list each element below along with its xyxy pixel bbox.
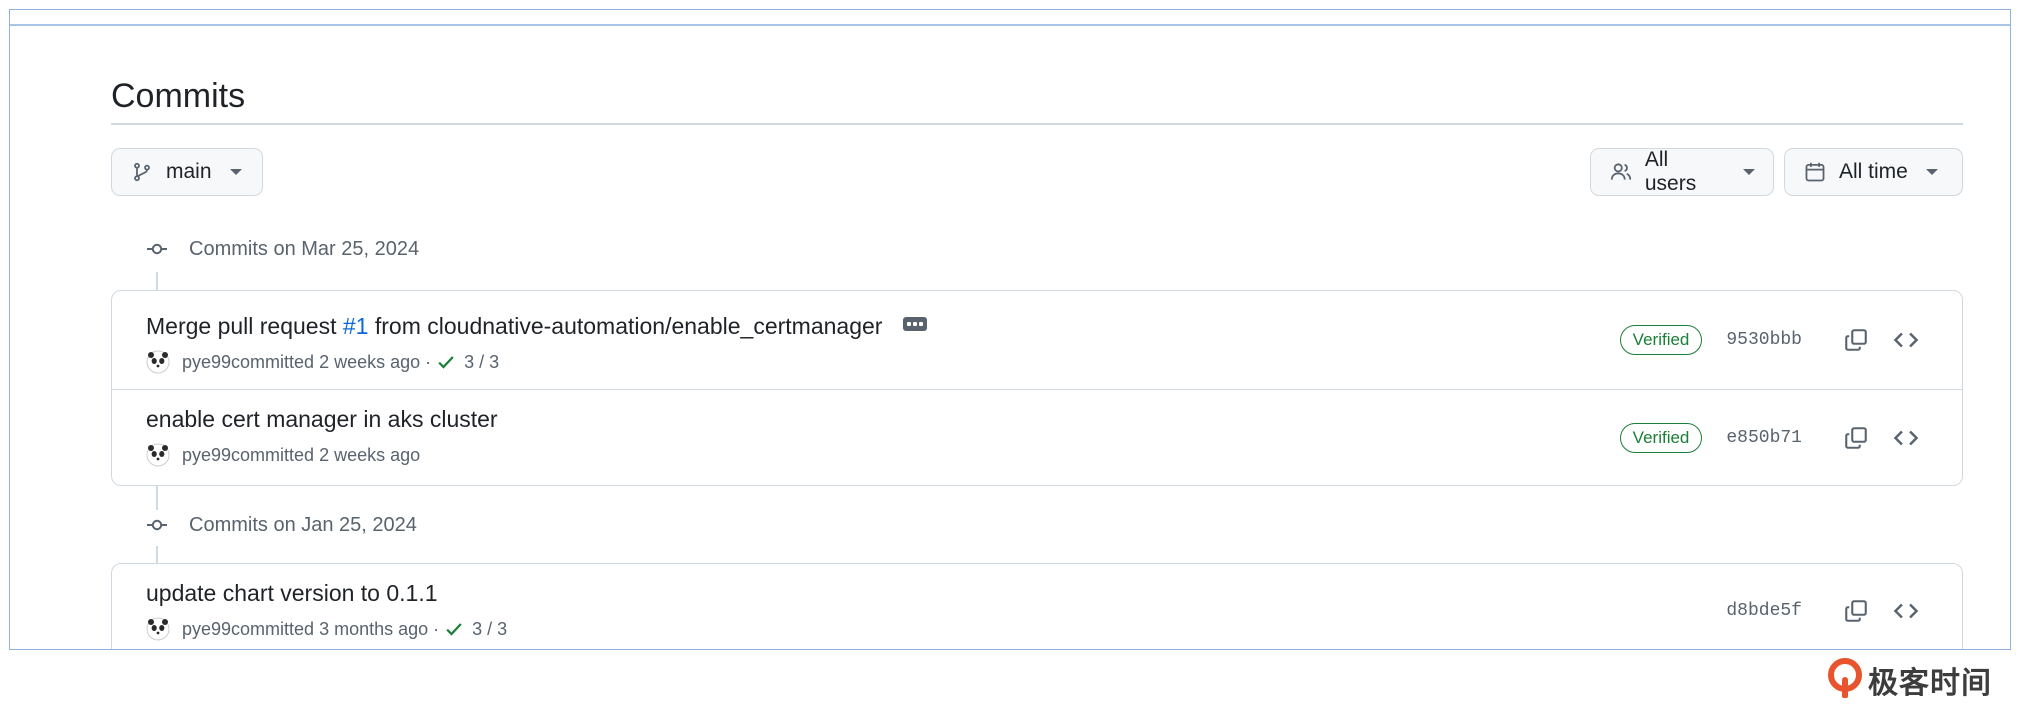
timeline-connector xyxy=(156,486,158,510)
commit-message[interactable]: update chart version to 0.1.1 xyxy=(146,578,438,608)
pull-request-link[interactable]: #1 xyxy=(343,313,369,339)
commit-meta: pye99 committed 3 months ago · 3 / 3 xyxy=(146,616,507,642)
commit-group-header: Commits on Mar 25, 2024 xyxy=(145,234,419,264)
verified-badge[interactable]: Verified xyxy=(1619,325,1703,355)
chevron-down-icon xyxy=(229,169,242,175)
page-title: Commits xyxy=(111,77,246,115)
timeline-connector xyxy=(156,272,158,290)
expand-description-icon[interactable] xyxy=(902,316,927,331)
page-frame: Commits main All users All time Commits … xyxy=(9,9,2011,650)
commit-actions: Verified e850b71 xyxy=(1619,390,1922,485)
commits-content: Commits main All users All time Commits … xyxy=(111,10,1963,649)
timeline-connector xyxy=(156,546,158,564)
commit-sha-link[interactable]: d8bde5f xyxy=(1726,601,1802,621)
commit-row: Merge pull request #1 from cloudnative-a… xyxy=(112,291,1962,390)
commit-sha-link[interactable]: e850b71 xyxy=(1726,428,1802,448)
time-filter-label: All time xyxy=(1839,160,1908,183)
git-branch-icon xyxy=(130,160,154,184)
copy-icon[interactable] xyxy=(1840,324,1872,356)
avatar[interactable] xyxy=(146,443,170,467)
watermark-logo: 极客时间 xyxy=(1828,657,1992,703)
checks-status[interactable]: 3 / 3 xyxy=(464,352,499,373)
commit-time-text: committed 2 weeks ago xyxy=(231,351,421,372)
title-divider xyxy=(111,123,1963,125)
checks-status[interactable]: 3 / 3 xyxy=(472,619,507,640)
check-icon xyxy=(436,352,456,372)
geektime-logo-icon xyxy=(1828,657,1862,703)
calendar-icon xyxy=(1803,160,1827,184)
commit-actions: d8bde5f xyxy=(1726,564,1922,649)
code-browse-icon[interactable] xyxy=(1890,324,1922,356)
separator-dot: · xyxy=(425,351,432,372)
check-icon xyxy=(444,619,464,639)
branch-selector-label: main xyxy=(166,160,212,183)
watermark-text: 极客时间 xyxy=(1868,667,1992,700)
commit-author-link[interactable]: pye99 xyxy=(182,445,231,466)
commit-list-card: update chart version to 0.1.1 pye99 comm… xyxy=(111,563,1963,649)
commit-group-header: Commits on Jan 25, 2024 xyxy=(145,510,417,540)
commit-message-text: from cloudnative-automation/enable_certm… xyxy=(368,313,883,339)
code-browse-icon[interactable] xyxy=(1890,422,1922,454)
commit-meta: pye99 committed 2 weeks ago · 3 / 3 xyxy=(146,349,499,375)
verified-badge[interactable]: Verified xyxy=(1619,422,1703,453)
users-filter-button[interactable]: All users xyxy=(1590,148,1774,196)
time-filter-button[interactable]: All time xyxy=(1784,148,1963,196)
avatar[interactable] xyxy=(146,350,170,374)
commit-message[interactable]: enable cert manager in aks cluster xyxy=(146,404,498,434)
commit-time-text: committed 3 months ago xyxy=(231,618,429,639)
git-commit-icon xyxy=(145,237,169,261)
commit-time-text: committed 2 weeks ago xyxy=(231,444,421,465)
separator-dot: · xyxy=(433,618,440,639)
commit-sha-link[interactable]: 9530bbb xyxy=(1726,330,1802,350)
commit-author-link[interactable]: pye99 xyxy=(182,352,231,373)
commit-list-card: Merge pull request #1 from cloudnative-a… xyxy=(111,290,1963,486)
commit-row: update chart version to 0.1.1 pye99 comm… xyxy=(112,564,1962,649)
git-commit-icon xyxy=(145,513,169,537)
commit-author-link[interactable]: pye99 xyxy=(182,619,231,640)
commit-message-text: update chart version to 0.1.1 xyxy=(146,580,438,606)
commit-row: enable cert manager in aks cluster pye99… xyxy=(112,390,1962,485)
branch-selector-button[interactable]: main xyxy=(111,148,263,196)
commit-group-date: Commits on Jan 25, 2024 xyxy=(189,513,417,536)
commit-group-date: Commits on Mar 25, 2024 xyxy=(189,237,420,260)
code-browse-icon[interactable] xyxy=(1890,595,1922,627)
avatar[interactable] xyxy=(146,617,170,641)
commit-message-text: enable cert manager in aks cluster xyxy=(146,406,498,432)
commit-message[interactable]: Merge pull request #1 from cloudnative-a… xyxy=(146,311,927,341)
commit-actions: Verified 9530bbb xyxy=(1619,291,1922,389)
chevron-down-icon xyxy=(1743,169,1755,175)
copy-icon[interactable] xyxy=(1840,595,1872,627)
people-icon xyxy=(1609,160,1633,184)
commit-message-text: Merge pull request xyxy=(146,313,343,339)
chevron-down-icon xyxy=(1925,169,1938,175)
copy-icon[interactable] xyxy=(1840,422,1872,454)
users-filter-label: All users xyxy=(1644,148,1697,195)
commit-meta: pye99 committed 2 weeks ago xyxy=(146,442,420,468)
